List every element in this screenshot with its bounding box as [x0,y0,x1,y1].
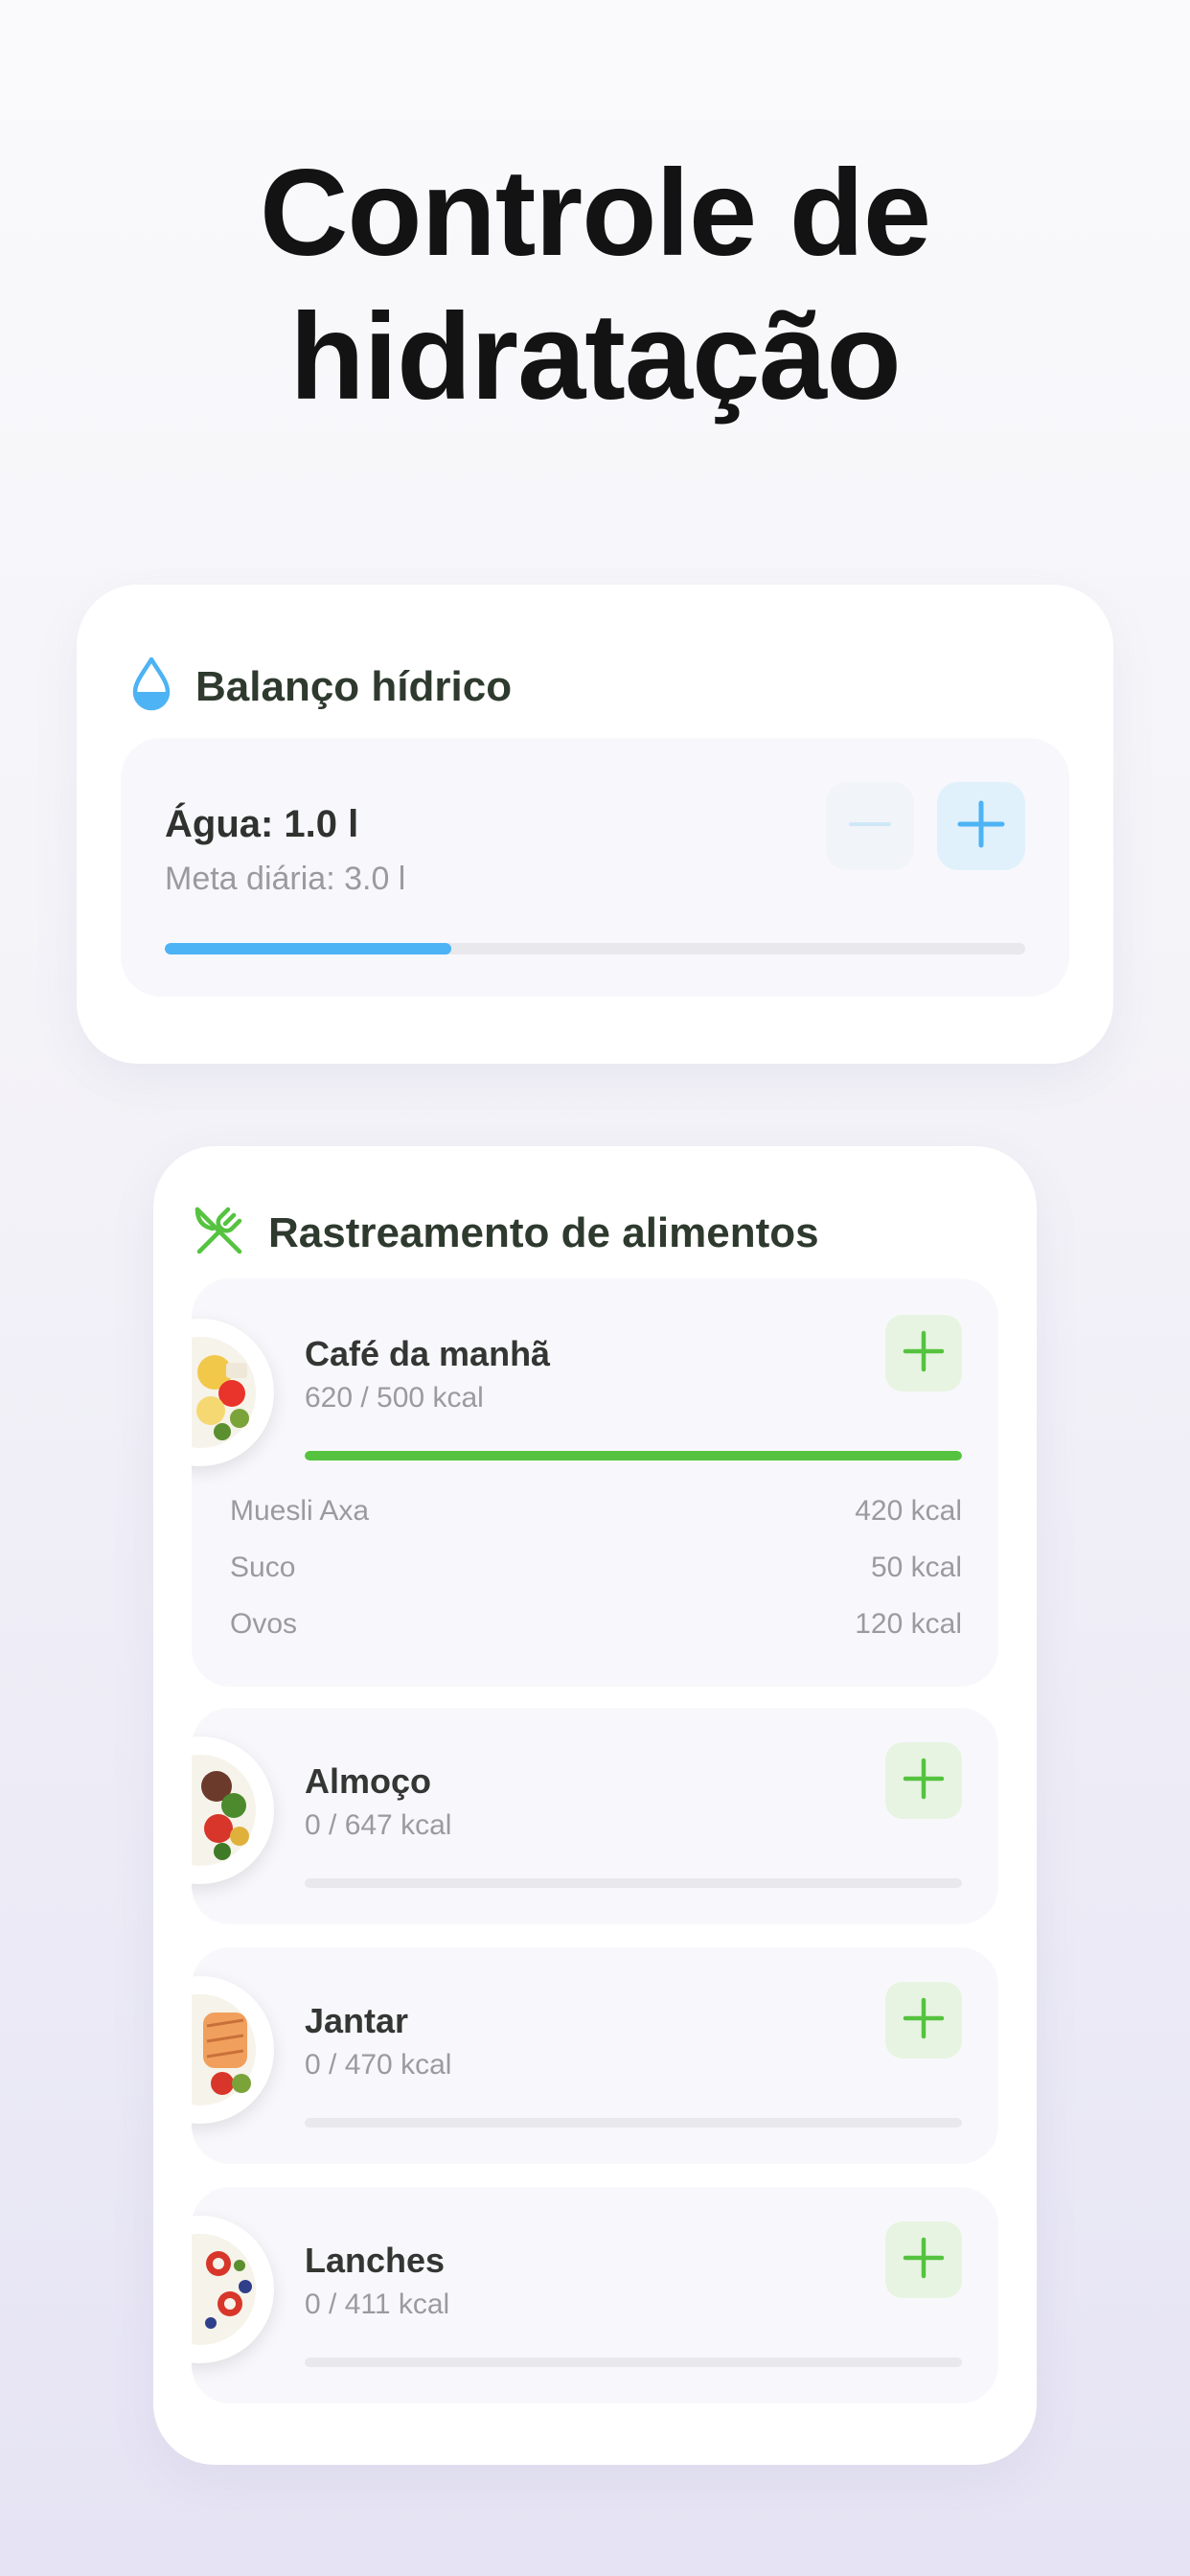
meal-kcal: 0 / 411 kcal [305,2288,450,2320]
page-headline: Controle de hidratação [0,142,1190,429]
meal-card-lunch: Almoço 0 / 647 kcal [192,1708,998,1924]
decrease-water-button[interactable] [826,782,914,870]
minus-icon [847,801,893,852]
meal-kcal: 0 / 647 kcal [305,1809,452,1841]
add-snacks-button[interactable] [885,2221,962,2298]
meal-card-snacks: Lanches 0 / 411 kcal [192,2187,998,2404]
food-item-row[interactable]: Suco 50 kcal [230,1552,962,1584]
food-item-kcal: 120 kcal [855,1608,962,1640]
lunch-plate-image [192,1736,274,1884]
water-card-header: Balanço hídrico [132,656,513,716]
water-card-title: Balanço hídrico [195,662,513,710]
plus-icon [903,1758,945,1805]
food-tracking-card: Rastreamento de alimentos Café da manhã … [153,1146,1037,2465]
water-drop-icon [132,656,171,716]
food-item-name: Muesli Axa [230,1495,370,1527]
plus-icon [903,1997,945,2044]
add-lunch-button[interactable] [885,1742,962,1819]
food-item-name: Suco [230,1552,296,1583]
meal-progress-bar [305,2118,962,2128]
plus-icon [903,2237,945,2284]
meal-name: Almoço [305,1761,432,1801]
water-amount: Água: 1.0 l [165,803,359,845]
meal-kcal: 620 / 500 kcal [305,1382,484,1414]
increase-water-button[interactable] [937,782,1025,870]
water-tracker-panel: Água: 1.0 l Meta diária: 3.0 l [121,738,1069,997]
meal-name: Lanches [305,2241,446,2280]
food-item-row[interactable]: Muesli Axa 420 kcal [230,1495,962,1528]
plus-icon [956,799,1006,854]
dinner-plate-image [192,1976,274,2124]
meal-card-breakfast: Café da manhã 620 / 500 kcal Muesli Axa … [192,1278,998,1687]
food-card-title: Rastreamento de alimentos [268,1208,819,1256]
food-item-name: Ovos [230,1608,298,1640]
headline-line-1: Controle de [259,145,931,282]
water-balance-card: Balanço hídrico Água: 1.0 l Meta diária:… [77,585,1113,1064]
meal-kcal: 0 / 470 kcal [305,2049,452,2081]
water-daily-goal: Meta diária: 3.0 l [165,861,406,897]
food-card-header: Rastreamento de alimentos [194,1206,819,1260]
meal-card-dinner: Jantar 0 / 470 kcal [192,1947,998,2164]
meal-name: Café da manhã [305,1334,551,1373]
food-item-kcal: 420 kcal [855,1495,962,1527]
water-progress-fill [165,943,452,954]
meal-name: Jantar [305,2001,409,2040]
breakfast-plate-image [192,1319,274,1466]
meal-progress-bar [305,1878,962,1888]
plus-icon [903,1330,945,1377]
meal-progress-bar [305,1451,962,1460]
water-progress-bar [165,943,1025,954]
snacks-plate-image [192,2216,274,2363]
meal-progress-fill [305,1451,962,1460]
food-item-kcal: 50 kcal [870,1552,962,1583]
add-dinner-button[interactable] [885,1982,962,2058]
headline-line-2: hidratação [289,288,901,426]
fork-knife-icon [194,1206,243,1260]
meal-progress-bar [305,2358,962,2367]
add-breakfast-button[interactable] [885,1315,962,1392]
food-item-row[interactable]: Ovos 120 kcal [230,1608,962,1641]
